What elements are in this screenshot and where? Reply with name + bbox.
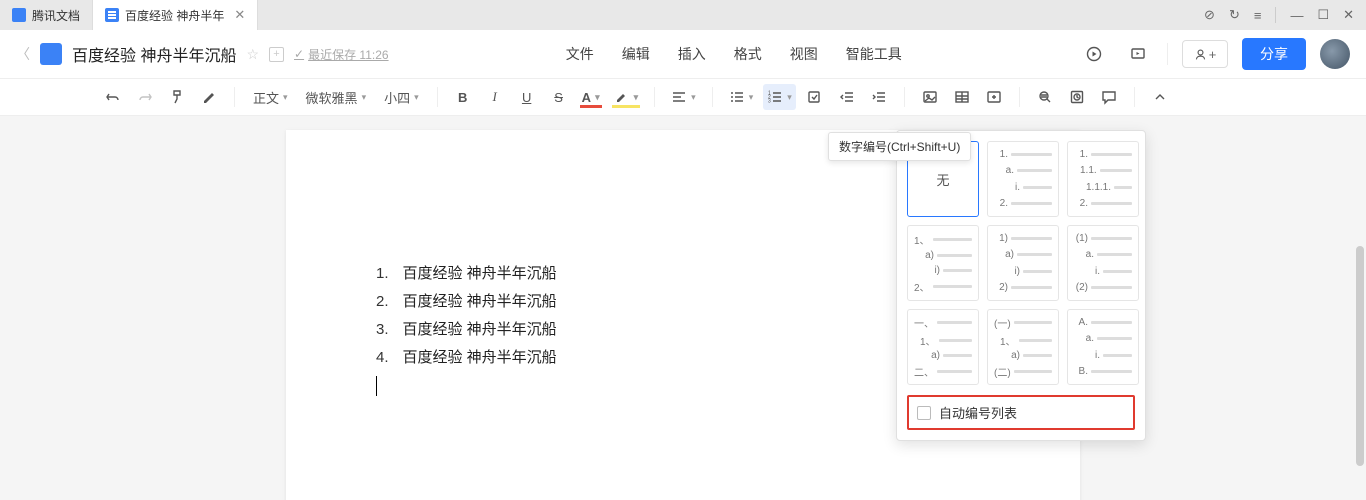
minimize-button[interactable]: — [1290, 8, 1303, 23]
redo-button[interactable] [132, 84, 158, 110]
numbering-option[interactable]: A. a. i. B. [1067, 309, 1139, 385]
editor-canvas[interactable]: 1.百度经验 神舟半年沉船 2.百度经验 神舟半年沉船 3.百度经验 神舟半年沉… [0, 116, 1366, 500]
font-size-select[interactable]: 小四▾ [378, 84, 425, 110]
numbered-list-button[interactable]: 123▾ [763, 84, 796, 110]
numbering-option[interactable]: (1) a. i. (2) [1067, 225, 1139, 301]
tencent-docs-logo-icon [12, 8, 26, 22]
numbering-option[interactable]: 1. 1.1. 1.1.1. 2. [1067, 141, 1139, 217]
close-tab-icon[interactable]: ✕ [234, 7, 245, 23]
auto-numbering-toggle[interactable]: 自动编号列表 [907, 395, 1135, 430]
checkbox-icon[interactable] [917, 406, 931, 420]
home-tab[interactable]: 腾讯文档 [0, 0, 93, 30]
maximize-button[interactable]: ☐ [1317, 7, 1329, 23]
home-tab-label: 腾讯文档 [32, 7, 80, 24]
menu-bar: 文件 编辑 插入 格式 视图 智能工具 [566, 44, 902, 64]
doc-icon [105, 8, 119, 22]
menu-view[interactable]: 视图 [790, 44, 818, 64]
block-icon[interactable]: ⊘ [1204, 7, 1215, 23]
menu-file[interactable]: 文件 [566, 44, 594, 64]
star-icon[interactable]: ☆ [246, 46, 259, 63]
font-family-select[interactable]: 微软雅黑▾ [300, 84, 373, 110]
collapse-toolbar-button[interactable] [1147, 84, 1173, 110]
numbered-list-tooltip: 数字编号(Ctrl+Shift+U) [828, 132, 971, 161]
document-title[interactable]: 百度经验 神舟半年沉船 [72, 42, 236, 66]
menu-edit[interactable]: 编辑 [622, 44, 650, 64]
menu-insert[interactable]: 插入 [678, 44, 706, 64]
document-tab[interactable]: 百度经验 神舟半年 ✕ [93, 0, 258, 30]
find-button[interactable] [1032, 84, 1058, 110]
back-chevron-icon[interactable]: 〈 [16, 44, 30, 64]
comment-button[interactable] [1096, 84, 1122, 110]
history-button[interactable] [1064, 84, 1090, 110]
align-button[interactable]: ▾ [667, 84, 700, 110]
bold-button[interactable]: B [450, 84, 476, 110]
bullet-list-button[interactable]: ▾ [725, 84, 758, 110]
text-color-button[interactable]: A▾ [578, 84, 604, 110]
presentation-icon[interactable] [1123, 39, 1153, 69]
text-cursor [376, 376, 377, 396]
menu-icon[interactable]: ≡ [1254, 8, 1262, 23]
auto-numbering-label: 自动编号列表 [939, 403, 1017, 422]
menu-tools[interactable]: 智能工具 [846, 44, 902, 64]
insert-table-button[interactable] [949, 84, 975, 110]
header: 〈 百度经验 神舟半年沉船 ☆ + ✓ 最近保存 11:26 文件 编辑 插入 … [0, 30, 1366, 78]
vertical-scrollbar[interactable] [1356, 246, 1364, 466]
user-avatar[interactable] [1320, 39, 1350, 69]
app-logo-icon [40, 43, 62, 65]
tab-strip: 腾讯文档 百度经验 神舟半年 ✕ ⊘ ↻ ≡ — ☐ ✕ [0, 0, 1366, 30]
numbered-list-dropdown: 无 1. a. i. 2. 1. 1.1. 1.1.1. 2. 1、 a) i)… [896, 130, 1146, 441]
save-status[interactable]: ✓ 最近保存 11:26 [294, 46, 389, 63]
document-tab-label: 百度经验 神舟半年 [125, 7, 224, 24]
highlight-button[interactable]: ▾ [610, 84, 643, 110]
refresh-icon[interactable]: ↻ [1229, 7, 1240, 23]
insert-image-button[interactable] [917, 84, 943, 110]
toolbar: 正文▾ 微软雅黑▾ 小四▾ B I U S A▾ ▾ ▾ ▾ 123▾ [0, 78, 1366, 116]
paragraph-style-select[interactable]: 正文▾ [247, 84, 294, 110]
share-button[interactable]: 分享 [1242, 38, 1306, 70]
underline-button[interactable]: U [514, 84, 540, 110]
menu-format[interactable]: 格式 [734, 44, 762, 64]
numbering-option[interactable]: 1) a) i) 2) [987, 225, 1059, 301]
outdent-button[interactable] [834, 84, 860, 110]
insert-embed-button[interactable] [981, 84, 1007, 110]
svg-text:3: 3 [768, 99, 771, 105]
close-window-button[interactable]: ✕ [1343, 7, 1354, 23]
clear-format-button[interactable] [196, 84, 222, 110]
strikethrough-button[interactable]: S [546, 84, 572, 110]
indent-button[interactable] [866, 84, 892, 110]
numbering-option[interactable]: (一) 1、 a) (二) [987, 309, 1059, 385]
format-painter-button[interactable] [164, 84, 190, 110]
add-shortcut-button[interactable]: + [269, 47, 284, 62]
check-icon: ✓ [294, 47, 304, 61]
window-controls: ⊘ ↻ ≡ — ☐ ✕ [1192, 0, 1366, 30]
play-icon[interactable] [1079, 39, 1109, 69]
italic-button[interactable]: I [482, 84, 508, 110]
numbering-option[interactable]: 一、 1、 a) 二、 [907, 309, 979, 385]
add-collaborator-button[interactable]: + [1182, 40, 1228, 68]
numbering-option[interactable]: 1. a. i. 2. [987, 141, 1059, 217]
undo-button[interactable] [100, 84, 126, 110]
numbering-option[interactable]: 1、 a) i) 2、 [907, 225, 979, 301]
checklist-button[interactable] [802, 84, 828, 110]
